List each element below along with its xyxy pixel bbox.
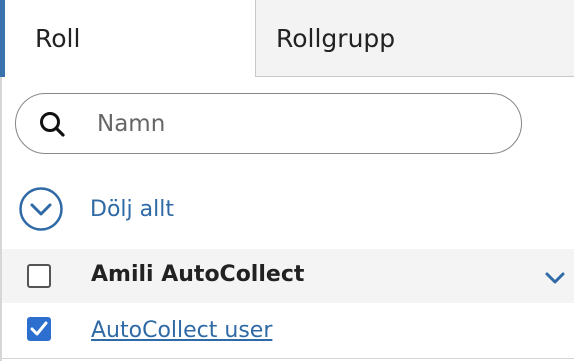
search-input[interactable] — [97, 110, 477, 137]
tab-roll-label: Roll — [35, 24, 81, 53]
checkmark-icon — [30, 321, 48, 336]
collapse-all-button[interactable]: Dölj allt — [18, 186, 174, 232]
item-checkbox[interactable] — [27, 317, 51, 341]
chevron-down-icon[interactable] — [543, 268, 567, 288]
tab-roll[interactable]: Roll — [0, 0, 256, 77]
group-label: Amili AutoCollect — [91, 262, 305, 287]
divider — [2, 358, 574, 359]
panel-left-border — [0, 77, 2, 361]
tree-item-link[interactable]: AutoCollect user — [91, 318, 272, 343]
tab-bar: Roll Rollgrupp — [0, 0, 574, 77]
group-checkbox[interactable] — [27, 264, 51, 288]
tab-rollgrupp[interactable]: Rollgrupp — [255, 0, 574, 77]
tab-rollgrupp-label: Rollgrupp — [276, 23, 396, 53]
collapse-all-label: Dölj allt — [90, 196, 174, 222]
search-field[interactable] — [15, 93, 522, 154]
search-icon — [37, 109, 67, 139]
chevron-down-circle-icon — [18, 186, 64, 232]
